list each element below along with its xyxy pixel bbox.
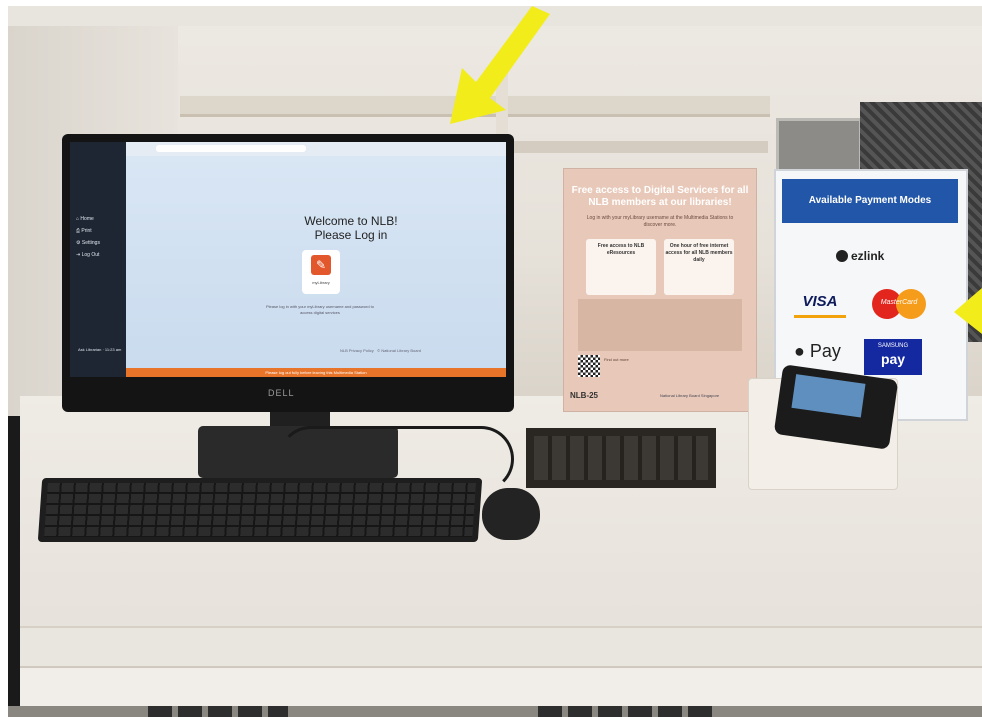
poster-illustration [578,299,742,351]
mylibrary-icon: ✎ [311,255,331,275]
floor-vent [538,706,718,717]
ezlink-logo: ezlink [836,249,884,263]
monitor-screen: ⌂ Home ⎙ Print ⚙ Settings ⇥ Log Out Ask … [70,142,506,377]
poster-logo: NLB-25 [570,391,599,400]
desk-edge [20,666,982,708]
poster-qr-text: Find out more [604,357,629,362]
payment-sign-title: Available Payment Modes [782,179,958,223]
samsung-pay-logo: SAMSUNG pay [864,339,922,375]
apple-pay-logo: ● Pay [794,341,841,361]
poster-subtitle: Log in with your myLibrary username at t… [586,215,734,228]
poster-logo-nlb: National Library Board Singapore [660,393,720,398]
welcome-heading: Welcome to NLB! Please Log in [304,214,398,242]
card-reader-screen [791,374,866,418]
desk-opening [526,428,716,488]
ezlink-icon [836,250,848,262]
arrow-pointing-to-shelf-icon [450,6,550,124]
desk-front [20,626,982,668]
logout-banner: Please log out fully before leaving this… [126,368,506,377]
sidebar-time: Ask Librarian · 11:23 am [78,347,122,352]
sidebar-item-logout[interactable]: ⇥ Log Out [76,252,99,258]
poster-title: Free access to Digital Services for all … [571,185,749,208]
sidebar-item-home[interactable]: ⌂ Home [76,216,94,222]
arrow-pointing-left-icon [954,288,982,334]
mouse[interactable] [482,488,540,540]
keyboard[interactable] [37,478,483,542]
poster-box-eresources: Free access to NLB eResources [586,239,656,295]
floor-vent [148,706,288,717]
sidebar-item-print[interactable]: ⎙ Print [76,228,92,234]
sidebar-item-settings[interactable]: ⚙ Settings [76,240,100,246]
browser-bar [126,142,506,157]
screen-footer: NLB Privacy Policy © National Library Bo… [340,348,421,353]
poster-box-internet: One hour of free internet access for all… [664,239,734,295]
visa-logo: VISA [794,293,846,318]
kiosk-sidebar: ⌂ Home ⎙ Print ⚙ Settings ⇥ Log Out Ask … [70,142,126,377]
mylibrary-app-tile[interactable]: ✎ myLibrary [302,250,340,294]
dell-logo: DELL [268,388,295,398]
qr-code-icon [578,355,600,377]
digital-services-poster: Free access to Digital Services for all … [563,168,757,412]
image-frame: ⌂ Home ⎙ Print ⚙ Settings ⇥ Log Out Ask … [0,0,982,717]
login-hint: Please log in with your myLibrary userna… [265,304,375,315]
apple-icon: ● [794,341,805,361]
mastercard-logo: MasterCard [872,289,926,319]
url-field[interactable] [156,145,306,152]
photo: ⌂ Home ⎙ Print ⚙ Settings ⇥ Log Out Ask … [8,6,982,717]
monitor: ⌂ Home ⎙ Print ⚙ Settings ⇥ Log Out Ask … [62,134,514,412]
